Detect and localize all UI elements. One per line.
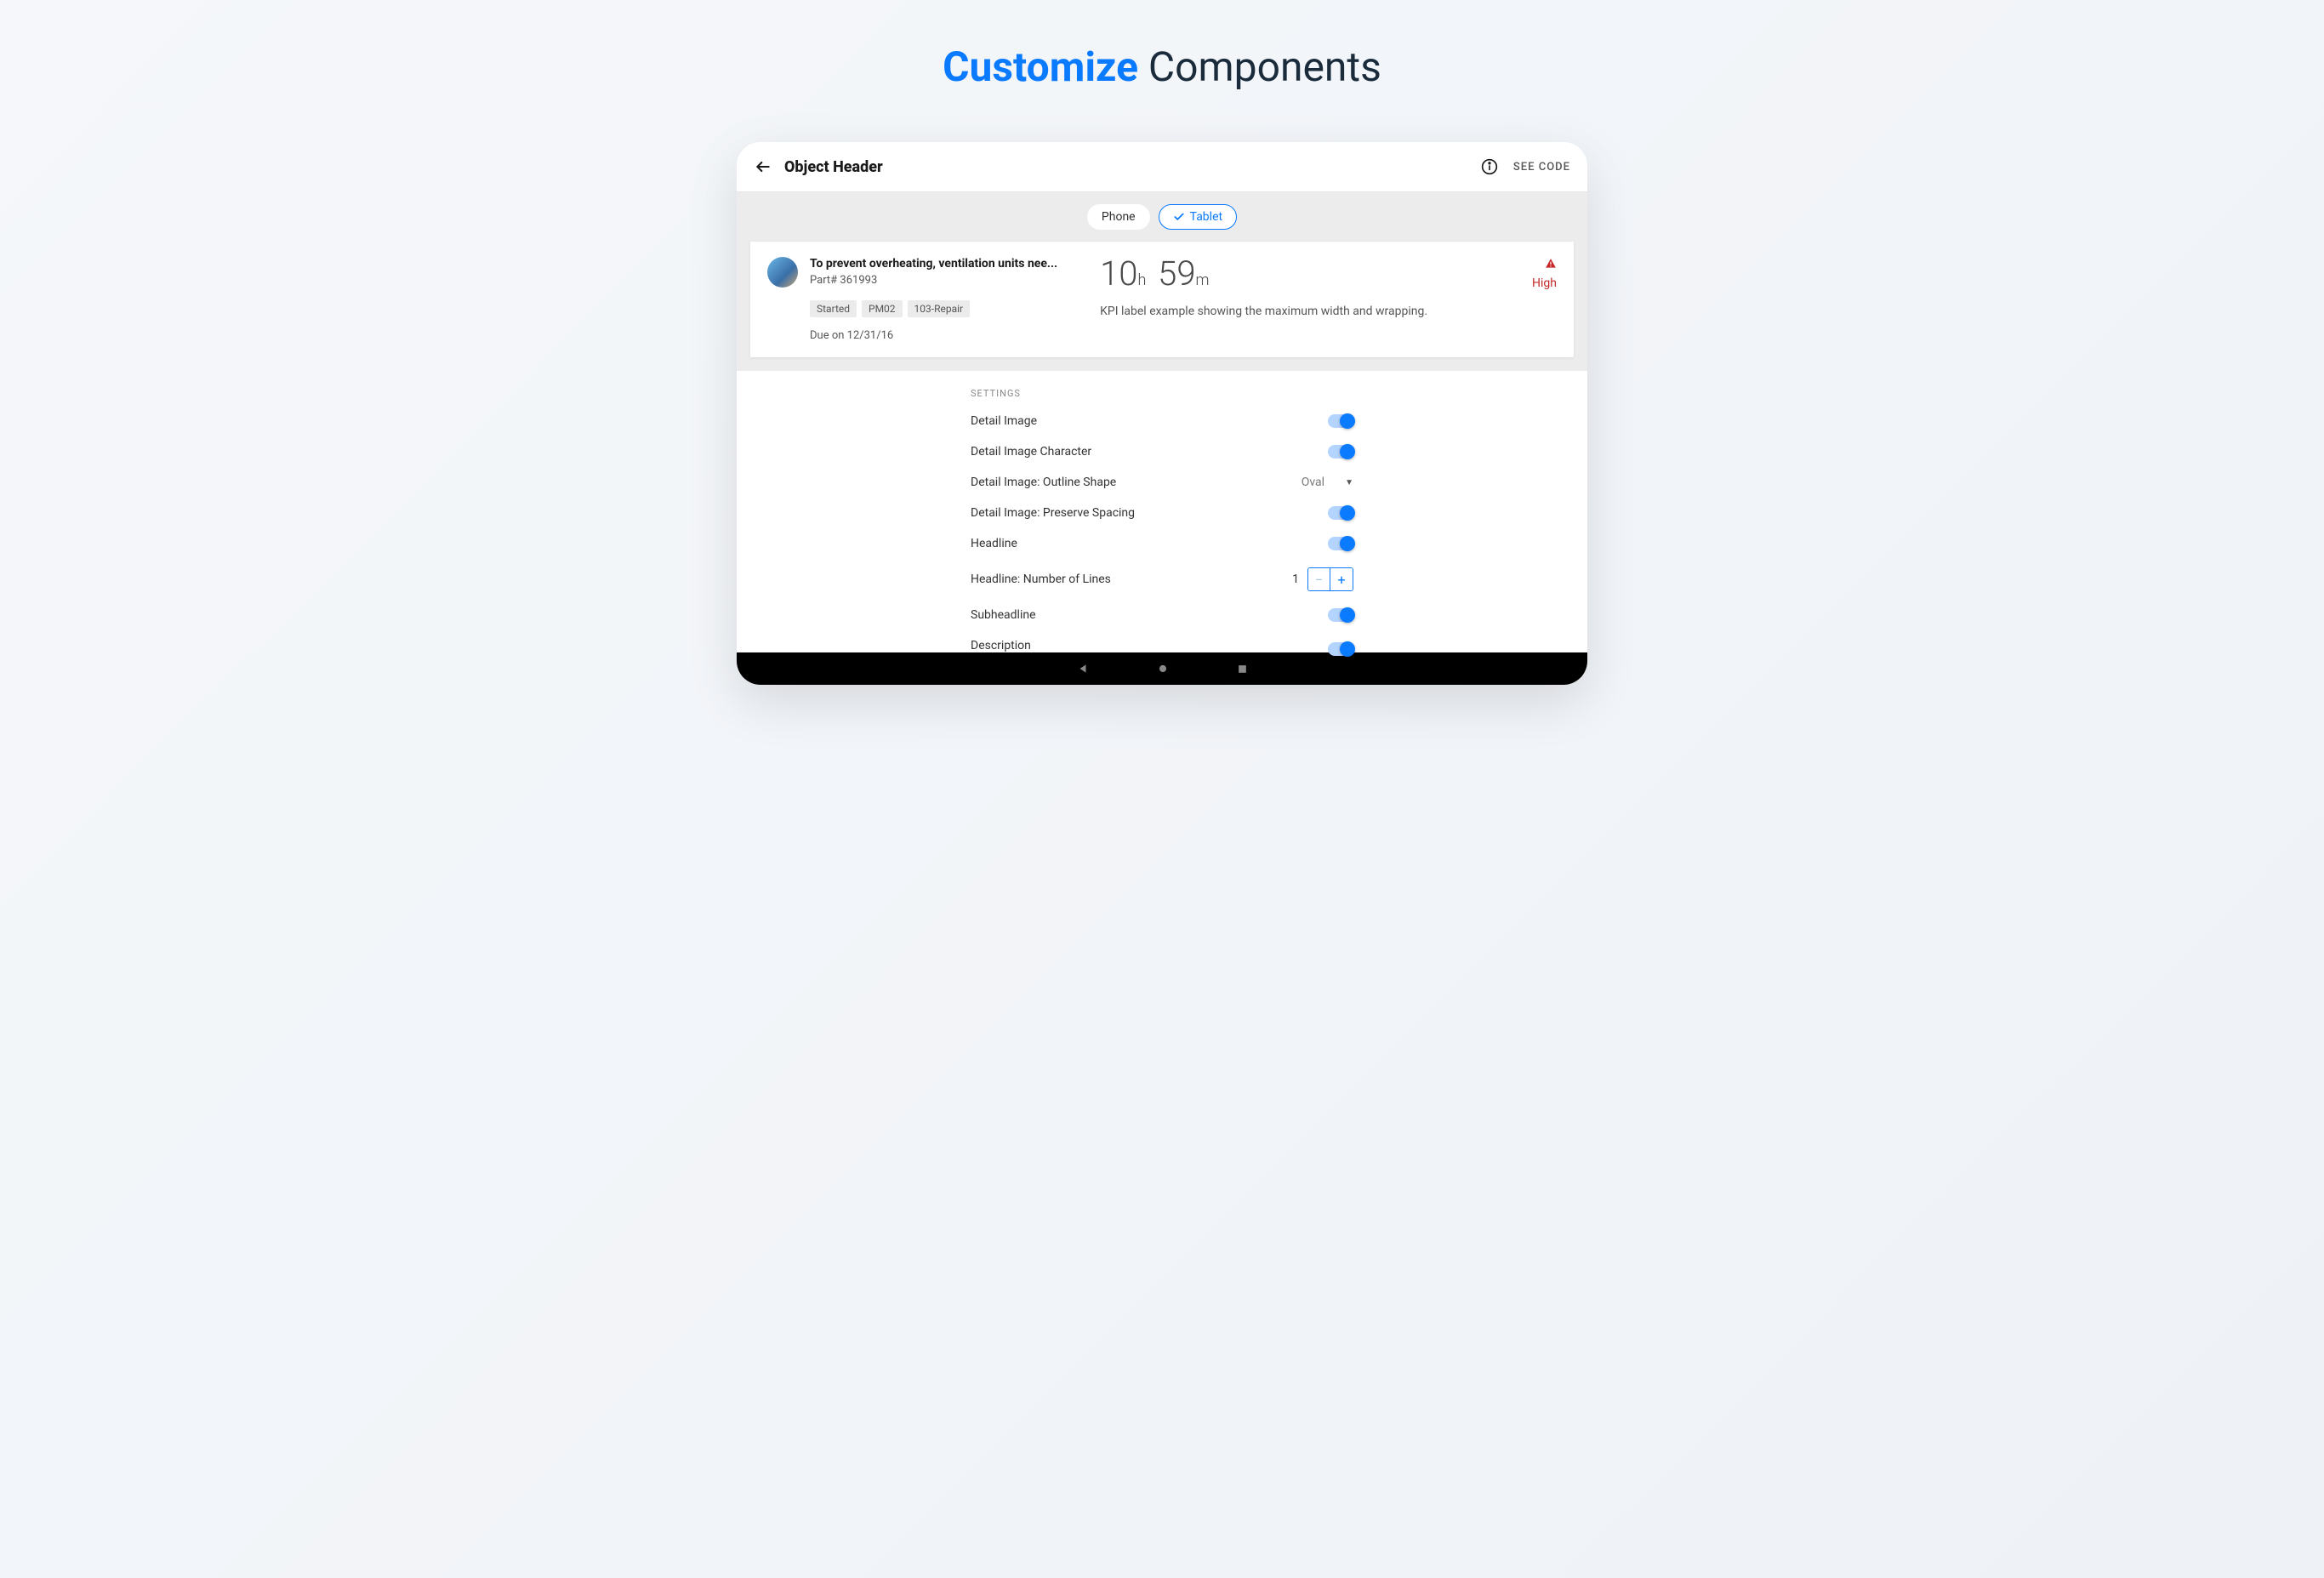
setting-subheadline: Subheadline (971, 600, 1353, 630)
toggle-detail-image[interactable] (1328, 414, 1353, 428)
status-badge: High (1506, 276, 1557, 290)
setting-label: Subheadline (971, 608, 1036, 622)
dropdown-outline-shape[interactable]: Oval ▼ (1302, 476, 1353, 489)
stepper-headline-lines: 1 − + (1292, 567, 1353, 591)
kpi-label: KPI label example showing the maximum wi… (1100, 305, 1463, 318)
toggle-subheadline[interactable] (1328, 608, 1353, 622)
tab-tablet[interactable]: Tablet (1159, 204, 1237, 230)
tablet-frame: Object Header SEE CODE Phone Tablet To p… (737, 142, 1587, 685)
due-date: Due on 12/31/16 (810, 329, 1057, 342)
setting-label: Headline (971, 537, 1017, 550)
info-icon[interactable] (1481, 158, 1498, 175)
setting-label: Detail Image (971, 414, 1037, 428)
app-header-title: Object Header (784, 158, 883, 176)
page-title-rest: Components (1148, 43, 1381, 91)
checkmark-icon (1173, 211, 1185, 223)
stepper-value: 1 (1292, 573, 1299, 586)
settings-heading: SETTINGS (971, 388, 1353, 399)
nav-recent-icon[interactable] (1237, 664, 1248, 675)
toggle-preserve-spacing[interactable] (1328, 506, 1353, 520)
card-center: 10h 59m KPI label example showing the ma… (1100, 257, 1463, 342)
setting-label: Headline: Number of Lines (971, 573, 1111, 586)
kpi-hours: 10 (1100, 254, 1137, 293)
app-header: Object Header SEE CODE (737, 142, 1587, 192)
card-left: To prevent overheating, ventilation unit… (767, 257, 1057, 342)
tag: PM02 (862, 300, 903, 317)
setting-preserve-spacing: Detail Image: Preserve Spacing (971, 498, 1353, 528)
back-arrow-icon[interactable] (754, 157, 772, 176)
nav-back-icon[interactable] (1077, 663, 1089, 675)
device-tabs: Phone Tablet (737, 192, 1587, 242)
toggle-detail-image-character[interactable] (1328, 445, 1353, 459)
dropdown-value: Oval (1302, 476, 1324, 489)
object-header-card: To prevent overheating, ventilation unit… (750, 242, 1574, 357)
card-info: To prevent overheating, ventilation unit… (810, 257, 1057, 342)
setting-description: Description (971, 630, 1353, 652)
warning-icon (1506, 257, 1557, 273)
tag-row: Started PM02 103-Repair (810, 300, 1057, 317)
setting-detail-image-character: Detail Image Character (971, 436, 1353, 467)
android-nav-bar (737, 652, 1587, 685)
setting-label: Detail Image Character (971, 445, 1091, 459)
tag: Started (810, 300, 857, 317)
headline-text: To prevent overheating, ventilation unit… (810, 257, 1057, 271)
kpi-hours-unit: h (1137, 271, 1146, 289)
setting-headline-lines: Headline: Number of Lines 1 − + (971, 559, 1353, 600)
settings-panel: SETTINGS Detail Image Detail Image Chara… (737, 371, 1587, 652)
setting-outline-shape: Detail Image: Outline Shape Oval ▼ (971, 467, 1353, 498)
setting-label: Detail Image: Preserve Spacing (971, 506, 1135, 520)
detail-image (767, 257, 798, 288)
card-right: High (1506, 257, 1557, 342)
kpi-value: 10h 59m (1100, 257, 1463, 291)
setting-label: Description (971, 639, 1031, 652)
kpi-minutes: 59 (1158, 254, 1195, 293)
page-title: Customize Components (943, 43, 1381, 91)
toggle-headline[interactable] (1328, 537, 1353, 550)
tag: 103-Repair (908, 300, 971, 317)
tab-tablet-label: Tablet (1190, 210, 1222, 224)
nav-home-icon[interactable] (1157, 663, 1169, 675)
setting-detail-image: Detail Image (971, 406, 1353, 436)
stepper-increment-button[interactable]: + (1330, 568, 1353, 590)
setting-headline: Headline (971, 528, 1353, 559)
tab-phone[interactable]: Phone (1087, 204, 1150, 230)
stepper-decrement-button[interactable]: − (1308, 568, 1330, 590)
page-title-accent: Customize (943, 43, 1138, 91)
tab-phone-label: Phone (1102, 210, 1136, 224)
setting-label: Detail Image: Outline Shape (971, 476, 1116, 489)
see-code-button[interactable]: SEE CODE (1513, 161, 1570, 174)
preview-area: To prevent overheating, ventilation unit… (737, 242, 1587, 371)
kpi-minutes-unit: m (1196, 271, 1210, 289)
toggle-description[interactable] (1328, 642, 1353, 656)
chevron-down-icon: ▼ (1345, 478, 1353, 487)
subheadline-text: Part# 361993 (810, 274, 1057, 287)
